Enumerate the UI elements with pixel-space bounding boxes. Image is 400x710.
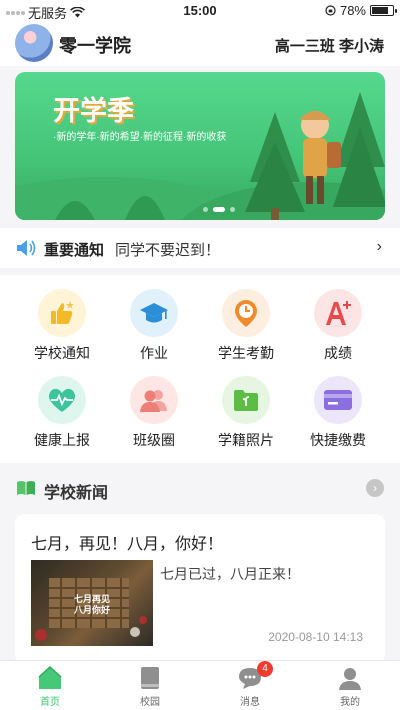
- card-icon: [324, 390, 352, 410]
- carousel-dot[interactable]: [230, 207, 235, 212]
- thumb-text-line-1: 七月再见: [73, 594, 110, 604]
- grid-item-attendance[interactable]: 学生考勤: [200, 289, 292, 363]
- banner-carousel[interactable]: 开学季 ·新的学年·新的希望·新的征程·新的收获: [15, 72, 385, 220]
- news-section-header: 学校新闻 ›: [0, 470, 400, 506]
- heart-pulse-icon: [48, 388, 76, 412]
- grid-item-label: 学籍照片: [218, 432, 274, 448]
- folder-icon: [234, 390, 258, 411]
- people-icon: [140, 390, 167, 412]
- avatar[interactable]: [15, 24, 53, 62]
- grid-item-quick-payment[interactable]: 快捷缴费: [292, 376, 384, 450]
- tab-label: 校园: [140, 697, 160, 708]
- book-icon: [141, 667, 159, 689]
- carousel-dot[interactable]: [213, 207, 225, 212]
- home-icon: [38, 665, 62, 689]
- grid-item-label: 健康上报: [34, 432, 90, 448]
- tab-profile[interactable]: 我的: [300, 665, 400, 708]
- grid-item-label: 学校通知: [34, 345, 90, 361]
- unread-badge: 4: [257, 661, 273, 677]
- news-date: 2020-08-10 14:13: [268, 630, 363, 644]
- clock-pin-icon: [235, 300, 257, 327]
- grid-item-homework[interactable]: 作业: [108, 289, 200, 363]
- carousel-indicator: [203, 207, 235, 212]
- notice-text: 同学不要迟到！: [115, 242, 221, 259]
- battery-icon: [370, 5, 397, 16]
- chevron-right-icon[interactable]: ›: [377, 238, 382, 256]
- app-header: 零一学院 高一三班 李小涛: [0, 20, 400, 66]
- news-thumbnail: 七月再见 八月你好: [31, 560, 153, 646]
- book-icon: [17, 481, 35, 495]
- bottom-tab-bar: 首页 校园 4 消息 我的: [0, 660, 400, 710]
- grid-icon-bg: [38, 376, 86, 424]
- grid-icon-bg: [222, 376, 270, 424]
- grid-icon-bg: [222, 289, 270, 337]
- function-grid: 学校通知 作业 学生考勤 成绩 健康上报 班级圈 学籍照片 快捷缴费: [0, 275, 400, 463]
- news-summary: 七月已过，八月正来！: [160, 566, 300, 582]
- tab-label: 我的: [340, 697, 360, 708]
- more-news-button[interactable]: ›: [366, 479, 384, 497]
- school-name: 零一学院: [59, 36, 131, 56]
- grid-item-health-report[interactable]: 健康上报: [16, 376, 108, 450]
- grid-icon-bg: [314, 289, 362, 337]
- grid-item-label: 学生考勤: [218, 345, 274, 361]
- notice-bar[interactable]: 重要通知 同学不要迟到！ ›: [0, 228, 400, 268]
- news-section-title: 学校新闻: [44, 485, 109, 502]
- banner-subtitle: ·新的学年·新的希望·新的征程·新的收获: [53, 132, 227, 143]
- thumbs-up-icon: [51, 301, 74, 324]
- tab-messages[interactable]: 4 消息: [200, 661, 300, 708]
- tab-home[interactable]: 首页: [0, 665, 100, 708]
- grid-icon-bg: [130, 376, 178, 424]
- thumb-text-line-2: 八月你好: [73, 605, 110, 615]
- carousel-dot[interactable]: [203, 207, 208, 212]
- grid-item-grades[interactable]: 成绩: [292, 289, 384, 363]
- grid-item-school-notice[interactable]: 学校通知: [16, 289, 108, 363]
- tab-label: 首页: [40, 697, 60, 708]
- tab-label: 消息: [240, 697, 260, 708]
- speaker-icon: [17, 240, 36, 256]
- grid-icon-bg: [314, 376, 362, 424]
- grid-item-label: 快捷缴费: [310, 432, 366, 448]
- grid-item-class-circle[interactable]: 班级圈: [108, 376, 200, 450]
- grid-item-label: 作业: [140, 345, 168, 361]
- banner-title: 开学季: [53, 96, 134, 126]
- class-info[interactable]: 高一三班 李小涛: [275, 35, 384, 56]
- notice-label: 重要通知: [44, 242, 105, 259]
- tab-campus[interactable]: 校园: [100, 665, 200, 708]
- grid-item-label: 班级圈: [133, 432, 175, 448]
- news-title: 七月，再见！八月，你好！: [31, 536, 224, 553]
- news-card[interactable]: 七月，再见！八月，你好！ 七月再见 八月你好 七月已过，八月正来！ 2020-0…: [15, 514, 385, 664]
- grid-item-label: 成绩: [324, 345, 352, 361]
- grid-icon-bg: [38, 289, 86, 337]
- a-plus-icon: [326, 301, 351, 325]
- status-bar: 无服务 15:00 78%: [0, 0, 400, 21]
- grid-icon-bg: [130, 289, 178, 337]
- grid-item-student-photo[interactable]: 学籍照片: [200, 376, 292, 450]
- rotation-lock-icon: [325, 5, 336, 16]
- user-icon: [339, 668, 361, 690]
- battery-percent: 78%: [339, 3, 366, 18]
- graduation-cap-icon: [140, 303, 168, 323]
